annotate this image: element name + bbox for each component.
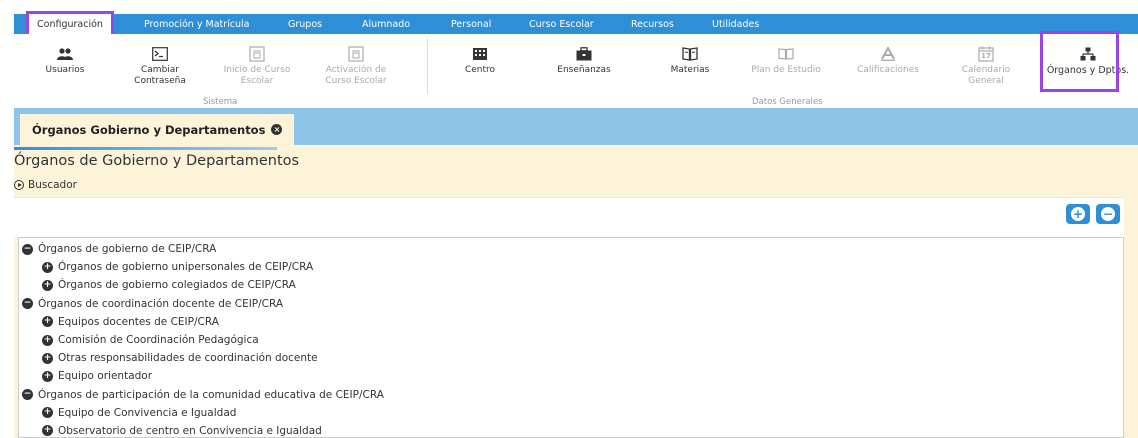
users-icon bbox=[57, 46, 73, 62]
tool-calendario-label: Calendario General bbox=[961, 65, 1011, 86]
document-icon bbox=[249, 46, 265, 62]
expand-node-icon[interactable]: + bbox=[42, 425, 53, 437]
tool-plan-estudio[interactable]: Plan de Estudio bbox=[746, 34, 826, 76]
minus-icon: − bbox=[1101, 207, 1115, 221]
tool-centro[interactable]: Centro bbox=[440, 34, 520, 76]
toolbar-separator bbox=[427, 38, 428, 94]
tree-node-label: Equipos docentes de CEIP/CRA bbox=[58, 315, 219, 328]
tree-node[interactable]: + Observatorio de centro en Convivencia e… bbox=[19, 422, 1123, 437]
tree-node-label: Órganos de gobierno colegiados de CEIP/C… bbox=[58, 279, 296, 292]
tool-centro-label: Centro bbox=[464, 65, 496, 75]
tree-node[interactable]: − Órganos de coordinación docente de CEIP… bbox=[19, 295, 1123, 313]
menu-alumnado[interactable]: Alumnado bbox=[362, 14, 410, 34]
tool-cambiar-label: Cambiar Contraseña bbox=[134, 65, 186, 86]
main-content: Órganos de Gobierno y Departamentos Busc… bbox=[14, 145, 1138, 438]
menu-utilidades[interactable]: Utilidades bbox=[712, 14, 759, 34]
document-icon bbox=[348, 46, 364, 62]
tool-inicio-curso[interactable]: Inicio de Curso Escolar bbox=[217, 34, 297, 87]
buscador-label: Buscador bbox=[28, 179, 77, 191]
tool-ensenanzas[interactable]: Enseñanzas bbox=[544, 34, 624, 76]
tree-node-label: Órganos de gobierno unipersonales de CEI… bbox=[58, 261, 314, 274]
tree-node-label: Otras responsabilidades de coordinación … bbox=[58, 352, 318, 365]
tree-node-label: Órganos de participación de la comunidad… bbox=[38, 388, 384, 401]
close-icon[interactable]: × bbox=[271, 124, 283, 135]
menu-personal[interactable]: Personal bbox=[451, 14, 491, 34]
expand-node-icon[interactable]: + bbox=[42, 316, 53, 328]
tree-node-label: Órganos de gobierno de CEIP/CRA bbox=[38, 243, 217, 256]
briefcase-icon bbox=[576, 46, 592, 62]
tree-node[interactable]: + Otras responsabilidades de coordinación… bbox=[19, 349, 1123, 367]
menu-curso-escolar[interactable]: Curso Escolar bbox=[529, 14, 594, 34]
highlight-organos bbox=[1040, 31, 1119, 92]
menu-recursos[interactable]: Recursos bbox=[631, 14, 674, 34]
tool-materias-label: Materias bbox=[670, 65, 710, 75]
tree-node-label: Equipo orientador bbox=[58, 370, 153, 383]
group-label-datos-generales: Datos Generales bbox=[752, 97, 823, 107]
calendar-day: 17 bbox=[981, 52, 991, 60]
page-title: Órganos de Gobierno y Departamentos bbox=[14, 153, 300, 169]
collapse-node-icon[interactable]: − bbox=[22, 298, 33, 310]
tool-usuarios[interactable]: Usuarios bbox=[25, 34, 105, 76]
collapse-all-button[interactable]: − bbox=[1096, 204, 1120, 224]
tree-node[interactable]: + Órganos de gobierno colegiados de CEIP/… bbox=[19, 276, 1123, 294]
tool-calificaciones-label: Calificaciones bbox=[857, 65, 919, 75]
grade-a-icon bbox=[880, 46, 896, 62]
main-menu-bar: Configuración Promoción y Matrícula Grup… bbox=[14, 11, 1138, 37]
menu-promocion-matricula[interactable]: Promoción y Matrícula bbox=[144, 14, 250, 34]
tool-materias[interactable]: Materias bbox=[650, 34, 730, 76]
tree-node-label: Órganos de coordinación docente de CEIP/… bbox=[38, 297, 284, 310]
expand-node-icon[interactable]: + bbox=[42, 407, 53, 419]
expand-node-icon[interactable]: + bbox=[42, 279, 53, 291]
tree-node[interactable]: + Equipo de Convivencia e Igualdad bbox=[19, 404, 1123, 422]
tool-cambiar-contrasena[interactable]: Cambiar Contraseña bbox=[120, 34, 200, 87]
tree-node[interactable]: − Órganos de participación de la comunida… bbox=[19, 386, 1123, 404]
tool-calificaciones[interactable]: Calificaciones bbox=[848, 34, 928, 76]
tab-label: Órganos Gobierno y Departamentos bbox=[32, 122, 266, 137]
tool-activacion-label: Activación de Curso Escolar bbox=[325, 65, 387, 86]
title-underline bbox=[14, 147, 277, 150]
building-icon bbox=[472, 46, 488, 62]
book-icon bbox=[682, 46, 698, 62]
collapse-node-icon[interactable]: − bbox=[22, 243, 33, 255]
play-circle-icon bbox=[14, 180, 24, 190]
tool-ensenanzas-label: Enseñanzas bbox=[557, 65, 611, 75]
tree-node[interactable]: + Equipos docentes de CEIP/CRA bbox=[19, 313, 1123, 331]
calendar-icon: 17 bbox=[978, 46, 994, 62]
expand-node-icon[interactable]: + bbox=[42, 352, 53, 364]
tool-usuarios-label: Usuarios bbox=[45, 65, 85, 75]
menu-grupos[interactable]: Grupos bbox=[288, 14, 322, 34]
tree-node[interactable]: + Órganos de gobierno unipersonales de CE… bbox=[19, 258, 1123, 276]
expand-all-button[interactable]: + bbox=[1066, 204, 1090, 224]
tree-node[interactable]: + Equipo orientador bbox=[19, 367, 1123, 385]
tab-strip: Órganos Gobierno y Departamentos × bbox=[14, 108, 1138, 145]
tool-plan-label: Plan de Estudio bbox=[751, 65, 821, 75]
tree-node[interactable]: + Comisión de Coordinación Pedagógica bbox=[19, 331, 1123, 349]
buscador-toggle[interactable]: Buscador bbox=[14, 179, 77, 191]
tree-actions-bar: + − bbox=[14, 197, 1124, 237]
tab-organos-gobierno[interactable]: Órganos Gobierno y Departamentos × bbox=[20, 114, 295, 145]
tool-activacion-curso[interactable]: Activación de Curso Escolar bbox=[316, 34, 396, 87]
terminal-icon bbox=[152, 46, 168, 62]
expand-node-icon[interactable]: + bbox=[42, 261, 53, 273]
organos-tree: − Órganos de gobierno de CEIP/CRA + Órganos… bbox=[18, 237, 1124, 438]
tool-inicio-label: Inicio de Curso Escolar bbox=[223, 65, 291, 86]
tree-node-label: Equipo de Convivencia e Igualdad bbox=[58, 406, 237, 419]
collapse-node-icon[interactable]: − bbox=[22, 389, 33, 401]
ribbon-toolbar: Usuarios Cambiar Contraseña Inicio de Cu… bbox=[14, 34, 1138, 104]
expand-node-icon[interactable]: + bbox=[42, 334, 53, 346]
tree-node[interactable]: − Órganos de gobierno de CEIP/CRA bbox=[19, 240, 1123, 258]
plus-icon: + bbox=[1071, 207, 1085, 221]
tree-node-label: Comisión de Coordinación Pedagógica bbox=[58, 334, 259, 347]
group-label-sistema: Sistema bbox=[203, 97, 238, 107]
open-book-icon bbox=[778, 46, 794, 62]
expand-node-icon[interactable]: + bbox=[42, 370, 53, 382]
tree-node-label: Observatorio de centro en Convivencia e … bbox=[58, 424, 322, 437]
tool-calendario-general[interactable]: 17 Calendario General bbox=[946, 34, 1026, 87]
